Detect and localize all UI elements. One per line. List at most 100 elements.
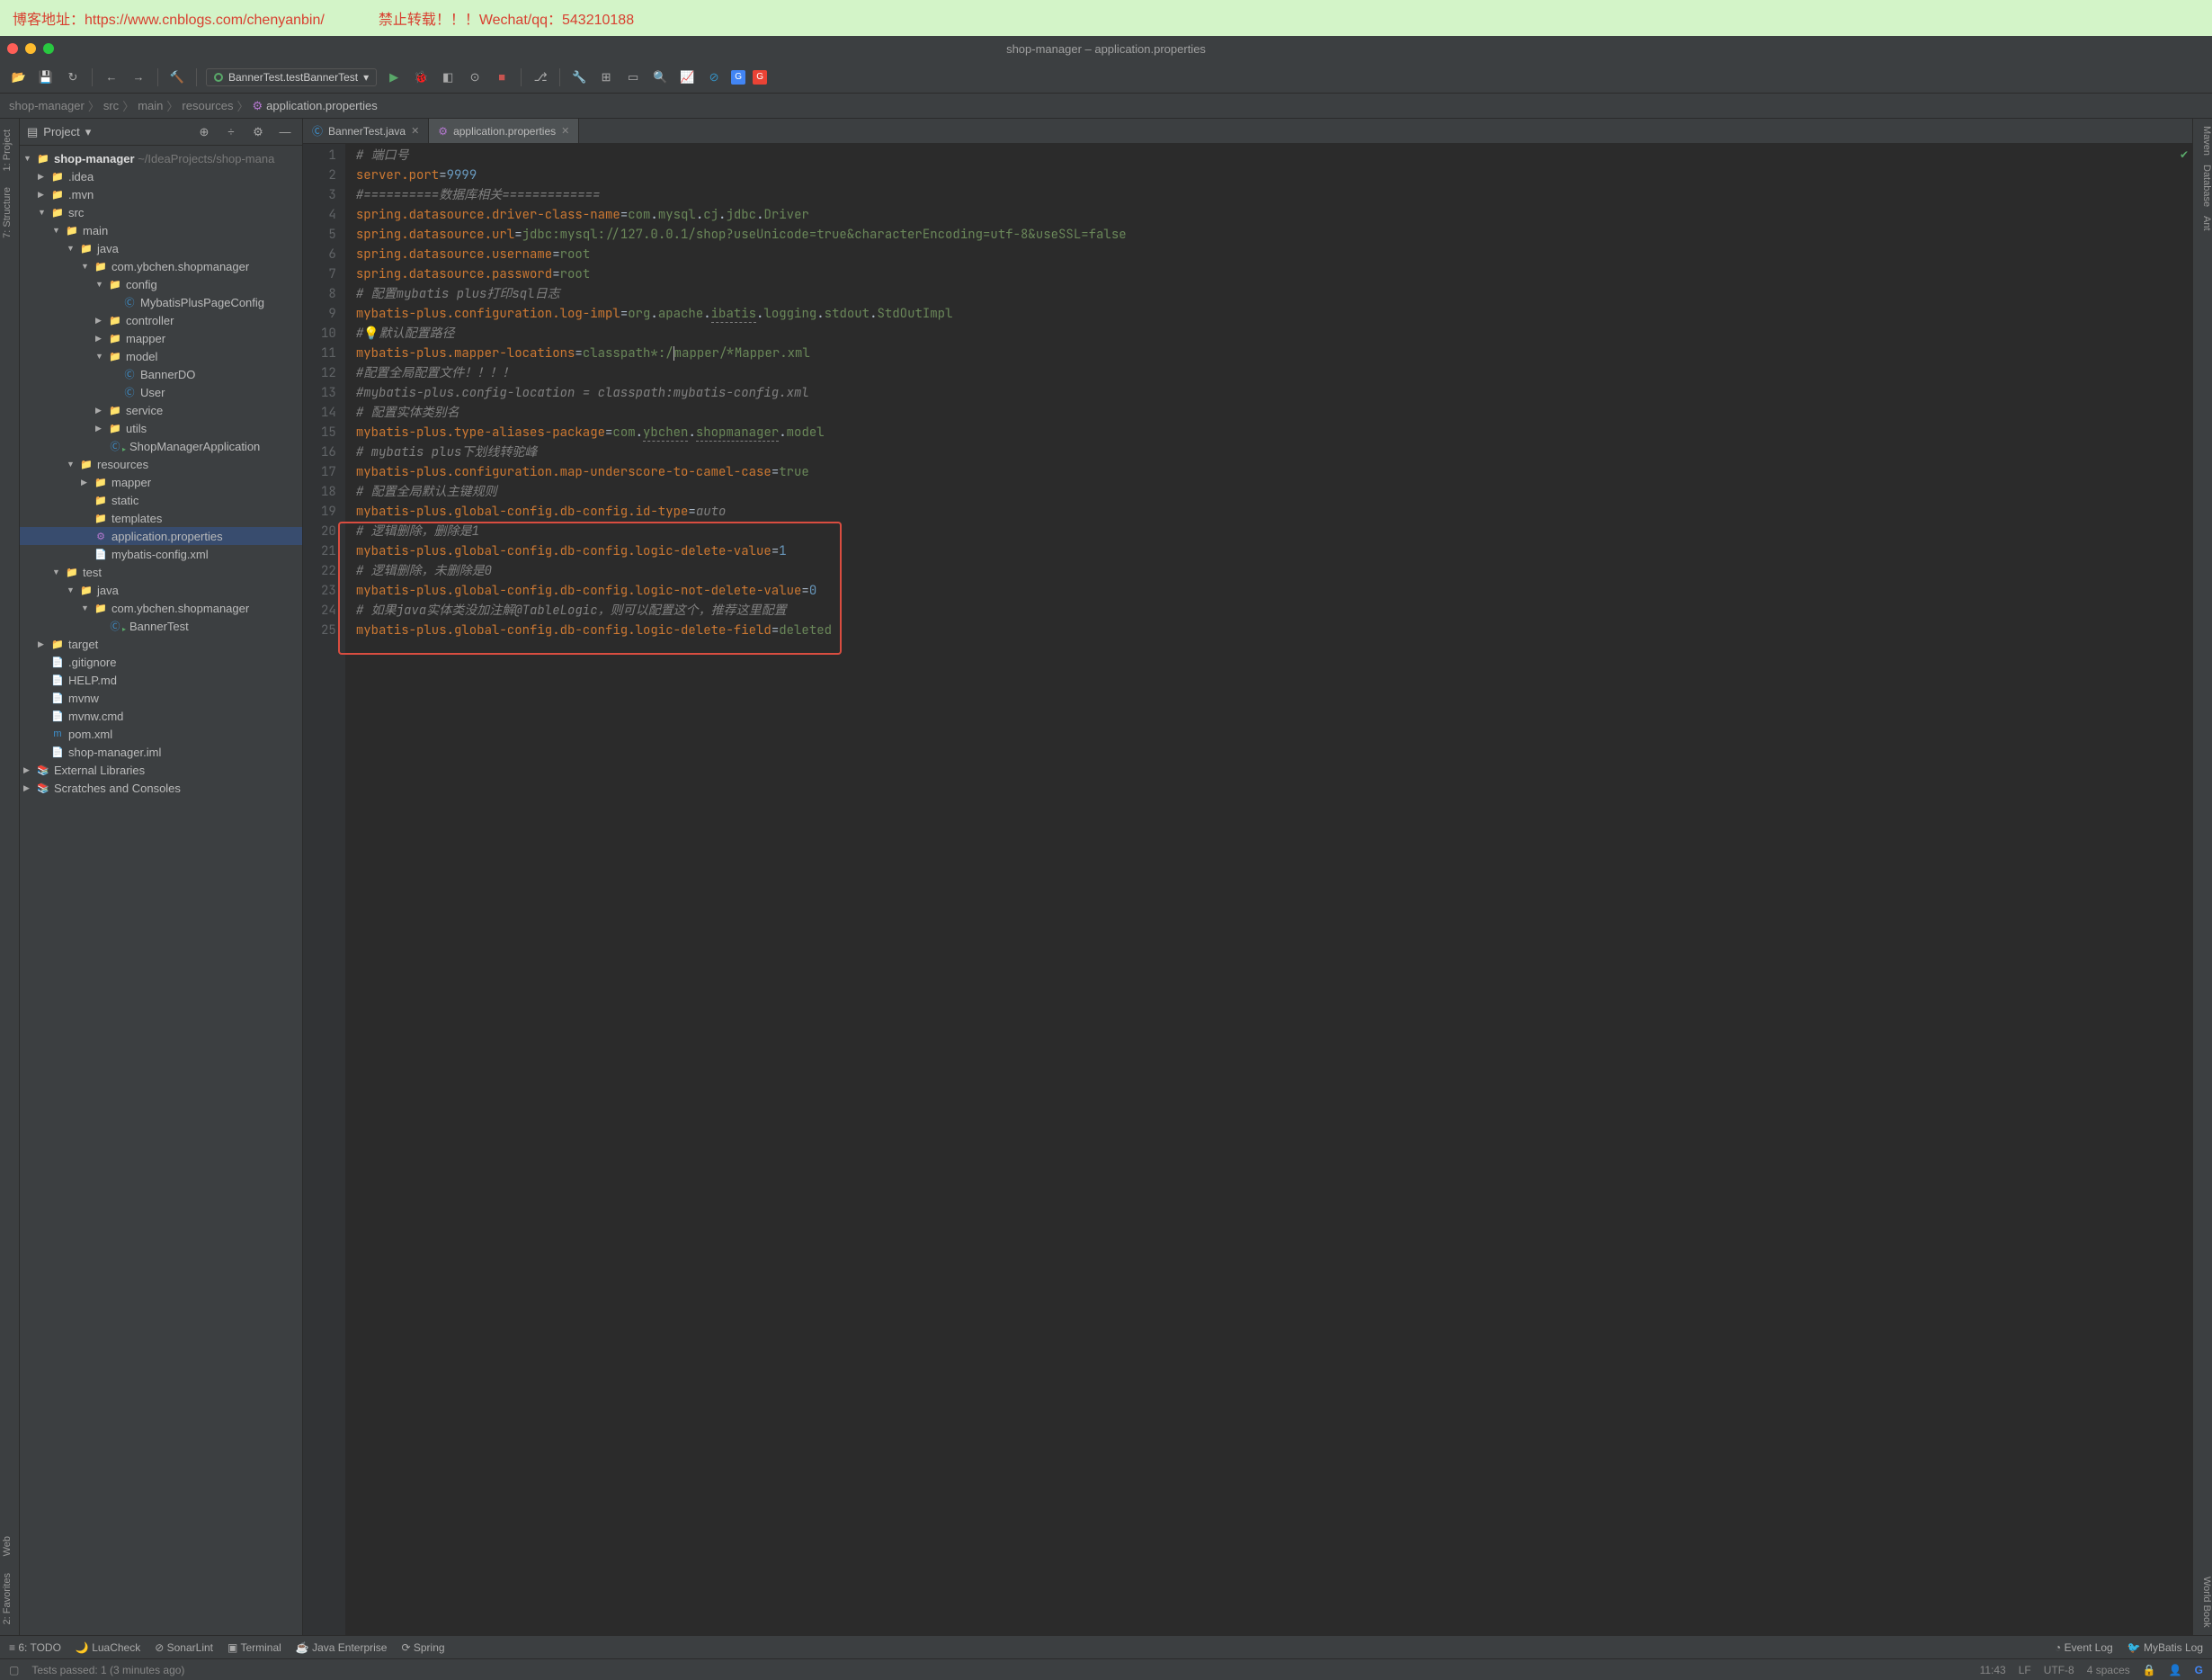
database-tool-button[interactable]: Database [2193,165,2212,207]
code-line[interactable]: # 配置实体类别名 [356,403,2192,423]
favorites-tool-button[interactable]: 2: Favorites [0,1569,19,1628]
code-line[interactable]: spring.datasource.url=jdbc:mysql://127.0… [356,225,2192,245]
code-line[interactable]: spring.datasource.password=root [356,264,2192,284]
tree-node[interactable]: ▶📚Scratches and Consoles [20,779,302,797]
code-line[interactable]: mybatis-plus.mapper-locations=classpath*… [356,344,2192,363]
bottom-item[interactable]: ▣ Terminal [227,1641,281,1654]
ant-tool-button[interactable]: Ant [2193,216,2212,231]
line-ending[interactable]: LF [2019,1664,2031,1676]
code-line[interactable]: spring.datasource.driver-class-name=com.… [356,205,2192,225]
forward-icon[interactable]: → [129,67,148,87]
code-line[interactable]: # 逻辑删除，删除是1 [356,522,2192,541]
run-icon[interactable]: ▶ [384,67,404,87]
tree-node[interactable]: ▼📁test [20,563,302,581]
translate-icon-1[interactable]: G [731,70,745,85]
run-window-icon[interactable]: ▭ [623,67,643,87]
tree-node[interactable]: ▶📁target [20,635,302,653]
deny-icon[interactable]: ⊘ [704,67,724,87]
code-line[interactable]: server.port=9999 [356,165,2192,185]
stop-icon[interactable]: ■ [492,67,512,87]
tab-close-icon[interactable]: ✕ [411,125,419,137]
expand-icon[interactable]: ÷ [221,122,241,142]
tree-node[interactable]: Ⓒ▸ShopManagerApplication [20,437,302,455]
code-line[interactable]: mybatis-plus.global-config.db-config.id-… [356,502,2192,522]
coverage-icon[interactable]: ◧ [438,67,458,87]
code-editor[interactable]: 1234567891011121314151617181920212223242… [303,144,2192,1635]
tree-node[interactable]: 📁static [20,491,302,509]
caret-position[interactable]: 11:43 [1980,1664,2006,1676]
code-line[interactable]: # 逻辑删除，未删除是0 [356,561,2192,581]
bottom-item[interactable]: ≡ 6: TODO [9,1641,61,1654]
code-line[interactable]: mybatis-plus.type-aliases-package=com.yb… [356,423,2192,442]
tree-node[interactable]: 📄mybatis-config.xml [20,545,302,563]
bottom-item[interactable]: ⊘ SonarLint [155,1641,213,1654]
tree-node[interactable]: ▼📁config [20,275,302,293]
code-line[interactable]: #mybatis-plus.config-location = classpat… [356,383,2192,403]
tree-node[interactable]: ▶📁service [20,401,302,419]
code-line[interactable]: # 配置mybatis plus打印sql日志 [356,284,2192,304]
translate-icon-2[interactable]: G [753,70,767,85]
tree-node[interactable]: ▶📁controller [20,311,302,329]
wrench-icon[interactable]: 🔧 [569,67,589,87]
file-encoding[interactable]: UTF-8 [2044,1664,2074,1676]
tree-node[interactable]: 📄shop-manager.iml [20,743,302,761]
search-icon[interactable]: 🔍 [650,67,670,87]
indent-setting[interactable]: 4 spaces [2087,1664,2130,1676]
close-window-button[interactable] [7,43,18,54]
profile-icon[interactable]: ⊙ [465,67,485,87]
tree-node[interactable]: ▼📁main [20,221,302,239]
tree-node[interactable]: ⒸMybatisPlusPageConfig [20,293,302,311]
code-line[interactable]: mybatis-plus.global-config.db-config.log… [356,581,2192,601]
code-line[interactable]: # mybatis plus下划线转驼峰 [356,442,2192,462]
target-icon[interactable]: ⊕ [194,122,214,142]
tree-node[interactable]: ▼📁java [20,239,302,257]
minimize-window-button[interactable] [25,43,36,54]
code-content[interactable]: ✔ # 端口号server.port=9999#==========数据库相关=… [345,144,2192,1635]
code-line[interactable]: #配置全局配置文件！！！！ [356,363,2192,383]
code-line[interactable]: mybatis-plus.configuration.map-underscor… [356,462,2192,482]
tree-node[interactable]: mpom.xml [20,725,302,743]
bc-item[interactable]: main [138,99,163,112]
ide-settings-icon[interactable]: ⊞ [596,67,616,87]
tree-root[interactable]: ▼📁shop-manager ~/IdeaProjects/shop-mana [20,149,302,167]
project-tree[interactable]: ▼📁shop-manager ~/IdeaProjects/shop-mana ▶… [20,146,302,1635]
build-icon[interactable]: 🔨 [167,67,187,87]
tree-node[interactable]: 📄mvnw.cmd [20,707,302,725]
tree-node[interactable]: 📄mvnw [20,689,302,707]
code-line[interactable]: mybatis-plus.global-config.db-config.log… [356,541,2192,561]
notif-icon[interactable]: 👤 [2169,1664,2182,1676]
bc-item[interactable]: application.properties [266,99,378,112]
activity-icon[interactable]: 📈 [677,67,697,87]
open-file-icon[interactable]: 📂 [9,67,29,87]
hide-icon[interactable]: — [275,122,295,142]
code-line[interactable]: spring.datasource.username=root [356,245,2192,264]
code-line[interactable]: #💡默认配置路径 [356,324,2192,344]
tree-node[interactable]: 📄HELP.md [20,671,302,689]
back-icon[interactable]: ← [102,67,121,87]
tree-node[interactable]: ▼📁java [20,581,302,599]
save-icon[interactable]: 💾 [36,67,56,87]
code-line[interactable]: mybatis-plus.configuration.log-impl=org.… [356,304,2192,324]
code-line[interactable]: # 端口号 [356,146,2192,165]
tree-node[interactable]: ▼📁model [20,347,302,365]
lock-icon[interactable]: 🔒 [2143,1664,2156,1676]
tree-node[interactable]: ▶📁.mvn [20,185,302,203]
mybatis-log-button[interactable]: 🐦 MyBatis Log [2127,1641,2203,1654]
editor-tab[interactable]: ⒸBannerTest.java✕ [303,119,429,143]
code-line[interactable]: # 配置全局默认主键规则 [356,482,2192,502]
tree-node[interactable]: ▶📚External Libraries [20,761,302,779]
bottom-item[interactable]: ☕ Java Enterprise [296,1641,388,1654]
tree-node[interactable]: 📄.gitignore [20,653,302,671]
run-config-selector[interactable]: BannerTest.testBannerTest ▾ [206,68,377,86]
tree-node[interactable]: ▶📁mapper [20,473,302,491]
project-tool-button[interactable]: 1: Project [0,126,19,174]
event-log-button[interactable]: ◔ Event Log [2055,1641,2113,1654]
tree-node[interactable]: ▼📁com.ybchen.shopmanager [20,599,302,617]
refresh-icon[interactable]: ↻ [63,67,83,87]
bc-item[interactable]: resources [182,99,233,112]
worldbook-tool-button[interactable]: World Book [2193,1577,2212,1628]
bottom-item[interactable]: 🌙 LuaCheck [76,1641,140,1654]
chevron-down-icon[interactable]: ▾ [85,125,92,139]
web-tool-button[interactable]: Web [0,1533,19,1559]
tree-node[interactable]: ▼📁src [20,203,302,221]
